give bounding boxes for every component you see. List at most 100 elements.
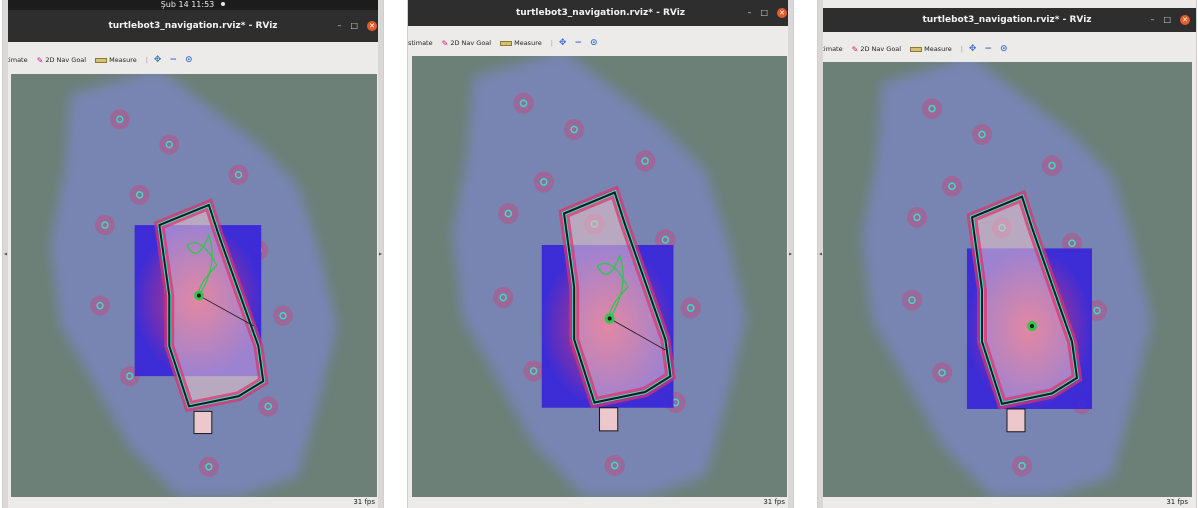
maximize-icon[interactable]: □ bbox=[760, 0, 768, 26]
right-splitter[interactable]: ▸ bbox=[788, 0, 793, 508]
splitter-arrow-icon: ◂ bbox=[818, 250, 822, 258]
left-splitter[interactable]: ◂ bbox=[818, 0, 823, 508]
rviz-toolbar: stimate ✎ 2D Nav Goal Measure | ✥ − ⊙ bbox=[408, 34, 793, 52]
notification-dot-icon bbox=[221, 2, 226, 6]
measure-label: Measure bbox=[514, 39, 542, 47]
nav-goal-tool[interactable]: ✎ 2D Nav Goal bbox=[852, 45, 901, 54]
window-title: turtlebot3_navigation.rviz* - RViz bbox=[515, 8, 686, 18]
right-splitter[interactable]: ▸ bbox=[378, 0, 383, 508]
ruler-icon bbox=[95, 57, 108, 63]
measure-tool[interactable]: Measure bbox=[500, 39, 542, 47]
rviz-window-right: turtlebot3_navigation.rviz* - RViz – □ ✕… bbox=[818, 0, 1196, 508]
measure-label: Measure bbox=[109, 56, 137, 64]
window-titlebar: turtlebot3_navigation.rviz* - RViz – □ ✕ bbox=[408, 0, 793, 26]
map-canvas bbox=[822, 62, 1192, 497]
inflation-blob bbox=[493, 287, 514, 308]
inflation-blob bbox=[533, 171, 554, 193]
pen-icon: ✎ bbox=[36, 55, 44, 65]
ruler-icon bbox=[500, 40, 513, 46]
inflation-blob bbox=[273, 305, 293, 326]
inflation-blob bbox=[513, 92, 534, 114]
move-camera-icon[interactable]: ✥ bbox=[154, 55, 162, 65]
render-viewport[interactable] bbox=[11, 74, 377, 497]
inflation-blob bbox=[228, 164, 249, 185]
toolbar-divider: | bbox=[550, 39, 553, 47]
rviz-toolbar: stimate ✎ 2D Nav Goal Measure | ✥ − ⊙ bbox=[818, 40, 1196, 58]
nav-goal-label: 2D Nav Goal bbox=[45, 56, 87, 64]
lower-room bbox=[1006, 408, 1026, 433]
toolbar-divider: | bbox=[145, 56, 148, 64]
move-camera-icon[interactable]: ✥ bbox=[969, 44, 977, 54]
inflation-blob bbox=[634, 150, 656, 172]
inflation-blob bbox=[564, 119, 585, 140]
inflation-blob bbox=[498, 203, 519, 224]
inflation-blob bbox=[90, 295, 110, 316]
status-bar: 31 fps bbox=[818, 497, 1196, 508]
toolbar-divider: | bbox=[960, 45, 963, 53]
window-title: turtlebot3_navigation.rviz* - RViz bbox=[108, 21, 278, 31]
pose-estimate-tool[interactable]: stimate bbox=[408, 39, 433, 47]
splitter-arrow-icon: ▸ bbox=[378, 250, 382, 258]
system-clock[interactable]: Şub 14 11:53 bbox=[161, 0, 215, 9]
minimize-icon[interactable]: – bbox=[1150, 8, 1154, 32]
nav-goal-label: 2D Nav Goal bbox=[450, 39, 492, 47]
fps-counter: 31 fps bbox=[1166, 498, 1188, 506]
rviz-window-left: Şub 14 11:53 turtlebot3_navigation.rviz*… bbox=[3, 0, 383, 508]
inflation-blob bbox=[258, 396, 279, 417]
inflation-blob bbox=[907, 207, 927, 228]
window-titlebar: turtlebot3_navigation.rviz* - RViz – □ ✕ bbox=[3, 10, 383, 42]
nav-goal-tool[interactable]: ✎ 2D Nav Goal bbox=[37, 56, 86, 65]
inflation-blob bbox=[198, 456, 219, 477]
pen-icon: ✎ bbox=[851, 44, 859, 54]
inflation-blob bbox=[1012, 455, 1032, 477]
splitter-arrow-icon: ◂ bbox=[3, 250, 7, 258]
zoom-camera-icon[interactable]: − bbox=[574, 38, 582, 48]
window-titlebar: turtlebot3_navigation.rviz* - RViz – □ ✕ bbox=[818, 8, 1196, 32]
inflation-blob bbox=[932, 362, 952, 384]
measure-label: Measure bbox=[924, 45, 952, 53]
render-viewport[interactable] bbox=[412, 56, 787, 497]
inflation-blob bbox=[1042, 155, 1062, 176]
ruler-icon bbox=[910, 46, 923, 52]
inflation-blob bbox=[604, 455, 625, 476]
minimize-icon[interactable]: – bbox=[337, 10, 341, 42]
inflation-blob bbox=[972, 124, 992, 145]
inflation-blob bbox=[109, 109, 130, 130]
measure-tool[interactable]: Measure bbox=[95, 56, 137, 64]
rviz-toolbar: stimate ✎ 2D Nav Goal Measure | ✥ − ⊙ bbox=[3, 51, 383, 69]
rviz-window-middle: turtlebot3_navigation.rviz* - RViz – □ ✕… bbox=[408, 0, 793, 508]
status-bar: 31 fps bbox=[3, 497, 383, 508]
inflation-blob bbox=[902, 289, 922, 311]
focus-camera-icon[interactable]: ⊙ bbox=[1000, 44, 1008, 54]
move-camera-icon[interactable]: ✥ bbox=[559, 38, 567, 48]
close-icon[interactable]: ✕ bbox=[1180, 15, 1190, 25]
render-viewport[interactable] bbox=[822, 62, 1192, 497]
robot-center bbox=[1030, 324, 1034, 329]
maximize-icon[interactable]: □ bbox=[1163, 8, 1171, 32]
inflation-blob bbox=[95, 215, 115, 236]
lower-room bbox=[598, 407, 619, 432]
inflation-blob bbox=[159, 134, 180, 155]
close-icon[interactable]: ✕ bbox=[367, 21, 377, 31]
fps-counter: 31 fps bbox=[353, 498, 375, 506]
splitter-arrow-icon: ▸ bbox=[788, 250, 792, 258]
map-canvas bbox=[11, 74, 377, 497]
map-canvas bbox=[412, 56, 787, 497]
lower-room bbox=[193, 410, 213, 435]
left-splitter[interactable]: ◂ bbox=[3, 0, 8, 508]
zoom-camera-icon[interactable]: − bbox=[169, 55, 177, 65]
fps-counter: 31 fps bbox=[763, 498, 785, 506]
zoom-camera-icon[interactable]: − bbox=[984, 44, 992, 54]
inflation-blob bbox=[922, 98, 942, 119]
focus-camera-icon[interactable]: ⊙ bbox=[185, 55, 193, 65]
robot-center bbox=[196, 293, 201, 298]
system-topbar: Şub 14 11:53 bbox=[3, 0, 383, 10]
nav-goal-tool[interactable]: ✎ 2D Nav Goal bbox=[442, 39, 491, 48]
maximize-icon[interactable]: □ bbox=[350, 10, 358, 42]
pen-icon: ✎ bbox=[441, 38, 449, 48]
close-icon[interactable]: ✕ bbox=[777, 8, 787, 18]
minimize-icon[interactable]: – bbox=[747, 0, 751, 26]
measure-tool[interactable]: Measure bbox=[910, 45, 952, 53]
focus-camera-icon[interactable]: ⊙ bbox=[590, 38, 598, 48]
inflation-blob bbox=[680, 297, 701, 319]
